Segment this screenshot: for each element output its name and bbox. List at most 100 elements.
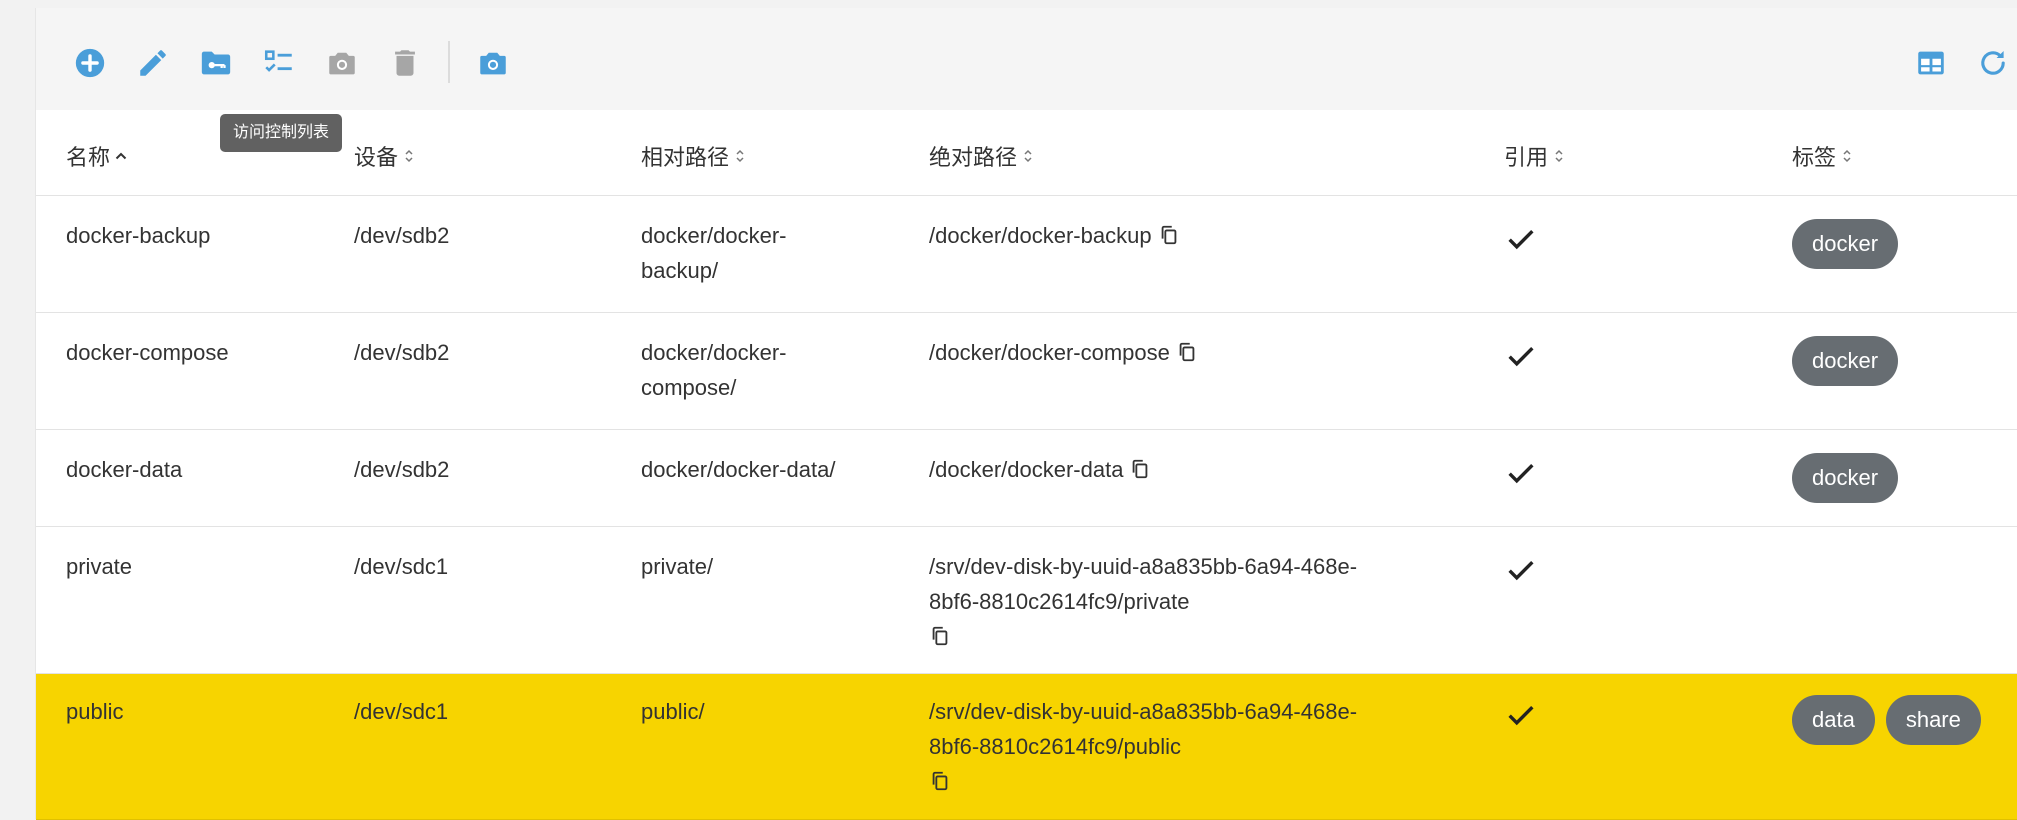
cell-relative-path: docker/docker- compose/ [641,335,881,405]
copy-icon[interactable] [1176,341,1198,363]
tag-chip[interactable]: docker [1792,336,1899,386]
cell-absolute-path: /srv/dev-disk-by-uuid-a8a835bb-6a94-468e… [929,694,1439,792]
delete-button[interactable] [383,41,427,85]
column-header-name[interactable]: 名称 [66,140,128,172]
edit-button[interactable] [131,41,175,85]
column-header-tags[interactable]: 标签 [1792,140,1854,172]
cell-referenced [1504,339,1538,373]
snapshot-button[interactable] [320,41,364,85]
cell-relative-path: private/ [641,549,881,584]
cell-relative-path: docker/docker- backup/ [641,218,881,288]
cell-relative-path: docker/docker-data/ [641,452,881,487]
tag-chip[interactable]: share [1885,695,1981,745]
folder-key-icon [201,51,231,75]
check-icon [1508,706,1534,726]
absolute-path-text: /docker/docker-backup [929,223,1152,248]
cell-absolute-path: /docker/docker-backup [929,218,1439,253]
cell-referenced [1504,553,1538,587]
check-icon [1508,561,1534,581]
cell-device: /dev/sdc1 [354,554,449,579]
camera-icon [480,52,506,75]
cell-device: /dev/sdb2 [354,457,450,482]
acl-button[interactable] [257,41,301,85]
table-row[interactable]: docker-compose /dev/sdb2 docker/docker- … [36,313,2017,430]
column-header-absolute-path[interactable]: 绝对路径 [929,140,1035,172]
table-row-selected[interactable]: public /dev/sdc1 public/ /srv/dev-disk-b… [36,674,2017,820]
tag-chip[interactable]: data [1792,695,1875,745]
check-icon [1508,230,1534,250]
cell-referenced [1504,222,1538,256]
check-icon [1508,464,1534,484]
cell-name: docker-backup [66,223,211,248]
cell-name: docker-data [66,457,183,482]
relative-path-line: backup/ [641,258,719,283]
tag-chip[interactable]: docker [1792,453,1899,503]
copy-icon[interactable] [929,770,951,792]
copy-icon[interactable] [1129,458,1151,480]
cell-absolute-path: /srv/dev-disk-by-uuid-a8a835bb-6a94-468e… [929,549,1439,647]
trash-icon [395,50,415,76]
column-header-relative-path[interactable]: 相对路径 [641,140,747,172]
column-header-label: 标签 [1792,145,1837,170]
relative-path-line: docker/docker- [641,340,787,365]
cell-relative-path: public/ [641,694,881,729]
relative-path-line: docker/docker-data/ [641,457,836,482]
column-header-label: 引用 [1504,145,1549,170]
column-header-label: 设备 [354,145,399,170]
column-header-label: 绝对路径 [929,145,1018,170]
relative-path-line: compose/ [641,375,737,400]
cell-device: /dev/sdc1 [354,699,449,724]
column-header-label: 相对路径 [641,145,730,170]
refresh-icon [1981,50,2005,75]
table-layout-icon [1918,51,1944,75]
column-header-device[interactable]: 设备 [354,140,416,172]
cell-tags: data share [1792,695,1981,745]
check-icon [1508,347,1534,367]
relative-path-line: public/ [641,699,705,724]
relative-path-line: docker/docker- [641,223,787,248]
pencil-icon [140,50,166,76]
cell-name: public [66,699,124,724]
cell-name: docker-compose [66,340,229,365]
copy-icon[interactable] [1158,224,1180,246]
sort-icon [1555,149,1563,163]
copy-icon[interactable] [929,625,951,647]
table-row[interactable]: docker-backup /dev/sdb2 docker/docker- b… [36,196,2017,313]
absolute-path-text: /docker/docker-compose [929,340,1170,365]
sort-icon [1843,149,1851,163]
sort-icon [736,149,744,163]
sort-icon [1024,149,1032,163]
cell-referenced [1504,456,1538,490]
toolbar [36,8,2017,110]
camera-icon [329,52,355,75]
checklist-icon [264,50,292,72]
cell-referenced [1504,698,1538,732]
absolute-path-line: /srv/dev-disk-by-uuid-a8a835bb-6a94-468e… [929,699,1358,724]
absolute-path-line: 8bf6-8810c2614fc9/private [929,589,1190,614]
table-row[interactable]: docker-data /dev/sdb2 docker/docker-data… [36,430,2017,527]
tooltip: 访问控制列表 [220,114,343,152]
refresh-button[interactable] [1971,41,2015,85]
cell-tags: docker [1792,453,1899,503]
shared-folders-panel: 名称 设备 相对路径 绝对路径 引用 标签 docker-backup /dev… [35,8,2017,820]
absolute-path-line: /srv/dev-disk-by-uuid-a8a835bb-6a94-468e… [929,554,1358,579]
columns-button[interactable] [1909,41,1953,85]
cell-absolute-path: /docker/docker-data [929,452,1439,487]
absolute-path-text: /docker/docker-data [929,457,1124,482]
tag-chip[interactable]: docker [1792,219,1899,269]
cell-tags: docker [1792,219,1899,269]
toolbar-separator [448,41,450,83]
column-header-referenced[interactable]: 引用 [1504,140,1566,172]
permissions-button[interactable] [194,41,238,85]
cell-device: /dev/sdb2 [354,340,450,365]
cell-name: private [66,554,133,579]
table-row[interactable]: private /dev/sdc1 private/ /srv/dev-disk… [36,527,2017,674]
add-button[interactable] [68,41,112,85]
cell-device: /dev/sdb2 [354,223,450,248]
relative-path-line: private/ [641,554,714,579]
sort-ascending-icon [115,152,127,160]
cell-absolute-path: /docker/docker-compose [929,335,1439,370]
sort-icon [405,149,413,163]
column-header-label: 名称 [66,145,111,170]
snapshots-button[interactable] [471,41,515,85]
